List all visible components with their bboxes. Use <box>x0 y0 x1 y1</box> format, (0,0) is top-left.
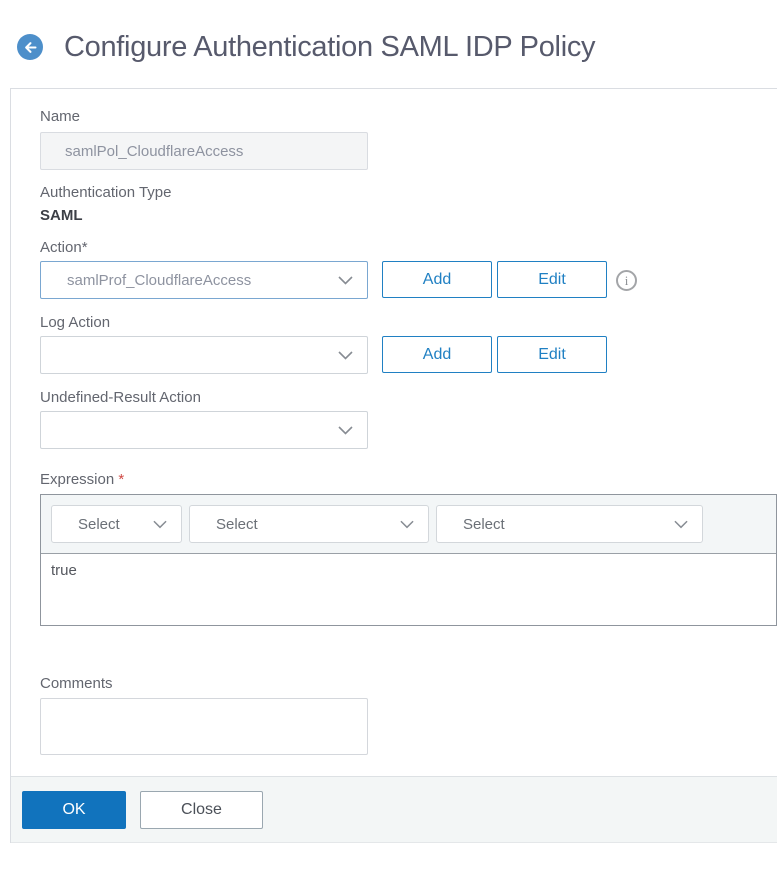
expression-toolbar: Select Select Select <box>41 495 776 554</box>
authentication-type-label: Authentication Type <box>40 184 172 201</box>
name-label: Name <box>40 108 81 125</box>
log-action-edit-button[interactable]: Edit <box>497 336 607 373</box>
page-title: Configure Authentication SAML IDP Policy <box>64 31 596 63</box>
comments-input[interactable] <box>40 698 368 755</box>
required-asterisk: * <box>118 471 125 488</box>
action-select[interactable]: samlProf_CloudflareAccess <box>40 261 368 299</box>
back-button[interactable] <box>17 34 43 60</box>
action-label: Action* <box>40 239 88 256</box>
log-action-select[interactable] <box>40 336 368 374</box>
close-button[interactable]: Close <box>140 791 263 829</box>
undefined-result-action-select[interactable] <box>40 411 368 449</box>
expression-select-3-placeholder: Select <box>463 515 505 533</box>
name-input <box>40 132 368 170</box>
action-add-button[interactable]: Add <box>382 261 492 298</box>
footer-bar: OK Close <box>11 776 777 843</box>
chevron-down-icon <box>153 520 167 529</box>
chevron-down-icon <box>400 520 414 529</box>
chevron-down-icon <box>338 275 353 285</box>
expression-select-3[interactable]: Select <box>436 505 703 543</box>
action-edit-button[interactable]: Edit <box>497 261 607 298</box>
log-action-label: Log Action <box>40 314 111 331</box>
expression-select-2[interactable]: Select <box>189 505 429 543</box>
expression-select-1-placeholder: Select <box>78 515 120 533</box>
chevron-down-icon <box>338 425 353 435</box>
arrow-left-icon <box>23 40 38 55</box>
expression-label: Expression * <box>40 471 125 488</box>
expression-builder: Select Select Select true <box>40 494 777 626</box>
info-icon[interactable]: i <box>616 270 637 291</box>
comments-label: Comments <box>40 675 113 692</box>
chevron-down-icon <box>338 350 353 360</box>
chevron-down-icon <box>674 520 688 529</box>
action-select-value: samlProf_CloudflareAccess <box>67 271 252 289</box>
ok-button[interactable]: OK <box>22 791 126 829</box>
expression-select-1[interactable]: Select <box>51 505 182 543</box>
undefined-result-action-label: Undefined-Result Action <box>40 389 201 406</box>
expression-input[interactable]: true <box>41 554 776 625</box>
log-action-add-button[interactable]: Add <box>382 336 492 373</box>
configure-saml-idp-policy-page: Configure Authentication SAML IDP Policy… <box>0 0 777 877</box>
authentication-type-value: SAML <box>40 207 83 224</box>
expression-select-2-placeholder: Select <box>216 515 258 533</box>
